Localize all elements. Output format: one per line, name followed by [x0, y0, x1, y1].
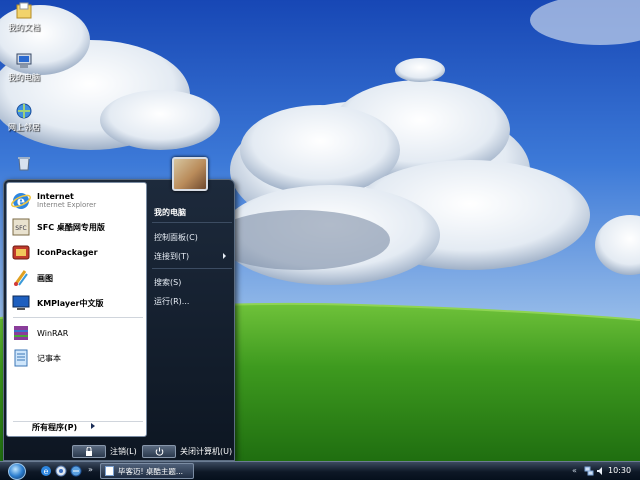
program-subtitle: Internet Explorer — [37, 201, 97, 209]
right-pane-separator — [152, 222, 232, 223]
notepad-icon — [14, 349, 28, 367]
desktop-icon-recycle-bin[interactable] — [0, 154, 48, 174]
recycle-bin-icon — [18, 157, 30, 171]
program-sfc[interactable]: SFC SFC 桌酷网专用版 — [11, 216, 145, 238]
volume-tray-icon[interactable] — [596, 466, 606, 476]
logoff-button[interactable]: 注销(L) — [72, 444, 137, 459]
taskbar-button-document[interactable]: 毕客迈! 桌酷主题... — [100, 463, 194, 479]
all-programs-arrow-icon — [91, 423, 95, 429]
network-tray-icon[interactable] — [584, 466, 594, 476]
lock-icon — [72, 445, 106, 458]
start-button[interactable] — [8, 463, 26, 480]
taskbar-button-label: 毕客迈! 桌酷主题... — [118, 466, 184, 476]
program-winrar[interactable]: WinRAR — [11, 322, 145, 344]
shutdown-label: 关闭计算机(U) — [180, 447, 233, 456]
programs-separator — [13, 317, 143, 318]
paint-icon — [13, 270, 28, 286]
power-icon — [142, 445, 176, 458]
folder-icon — [16, 2, 32, 19]
show-desktop-quicklaunch-icon[interactable] — [70, 465, 82, 477]
right-item-my-computer[interactable]: 我的电脑 — [154, 207, 186, 218]
ie-icon: e — [11, 193, 31, 210]
browser-quicklaunch-icon[interactable] — [55, 465, 67, 477]
all-programs-button[interactable]: 所有程序(P) — [32, 422, 77, 433]
right-item-connect-to[interactable]: 连接到(T) — [154, 251, 189, 262]
sfc-icon: SFC — [12, 218, 30, 236]
program-name: WinRAR — [37, 328, 69, 338]
taskbar-clock[interactable]: 10:30 — [608, 466, 631, 475]
program-paint[interactable]: 画图 — [11, 267, 145, 289]
network-icon — [16, 103, 32, 119]
winrar-icon — [14, 326, 28, 340]
start-menu: e Internet Internet Explorer SFC SFC 桌酷网… — [3, 179, 235, 461]
desktop-icon-label: 我的电脑 — [8, 73, 40, 82]
shutdown-button[interactable]: 关闭计算机(U) — [142, 444, 232, 459]
program-name: SFC 桌酷网专用版 — [37, 222, 105, 232]
quicklaunch-overflow-icon[interactable]: » — [88, 465, 100, 477]
desktop-icon-label: 我的文档 — [8, 23, 40, 32]
right-item-run[interactable]: 运行(R)... — [154, 296, 189, 307]
start-menu-programs-pane: e Internet Internet Explorer SFC SFC 桌酷网… — [6, 182, 147, 437]
program-name: 记事本 — [37, 353, 61, 363]
program-name: 画图 — [37, 273, 53, 283]
program-name: IconPackager — [37, 247, 98, 257]
tray-expand-icon[interactable]: « — [572, 466, 577, 475]
program-kmplayer[interactable]: KMPlayer中文版 — [11, 292, 145, 314]
right-pane-separator — [152, 268, 232, 269]
svg-text:e: e — [44, 467, 49, 476]
desktop-icon-my-computer[interactable]: 我的电脑 — [0, 52, 48, 83]
program-name: Internet — [37, 192, 74, 201]
right-item-control-panel[interactable]: 控制面板(C) — [154, 232, 198, 243]
program-internet[interactable]: e Internet Internet Explorer — [11, 190, 145, 212]
desktop-icon-network[interactable]: 网上邻居 — [0, 102, 48, 133]
connect-to-arrow-icon — [223, 253, 226, 259]
svg-text:SFC: SFC — [15, 225, 26, 232]
document-icon — [105, 466, 114, 476]
logoff-label: 注销(L) — [110, 447, 137, 456]
program-name: KMPlayer中文版 — [37, 298, 104, 308]
program-notepad[interactable]: 记事本 — [11, 347, 145, 369]
program-iconpackager[interactable]: IconPackager — [11, 241, 145, 263]
iconpackager-icon — [12, 245, 30, 260]
kmplayer-icon — [12, 295, 30, 310]
computer-icon — [16, 53, 32, 68]
ie-quicklaunch-icon[interactable]: e — [40, 465, 52, 477]
desktop-icon-my-documents[interactable]: 我的文档 — [0, 2, 48, 33]
right-item-search[interactable]: 搜索(S) — [154, 277, 181, 288]
desktop-icon-label: 网上邻居 — [8, 123, 40, 132]
user-avatar[interactable] — [172, 157, 208, 191]
